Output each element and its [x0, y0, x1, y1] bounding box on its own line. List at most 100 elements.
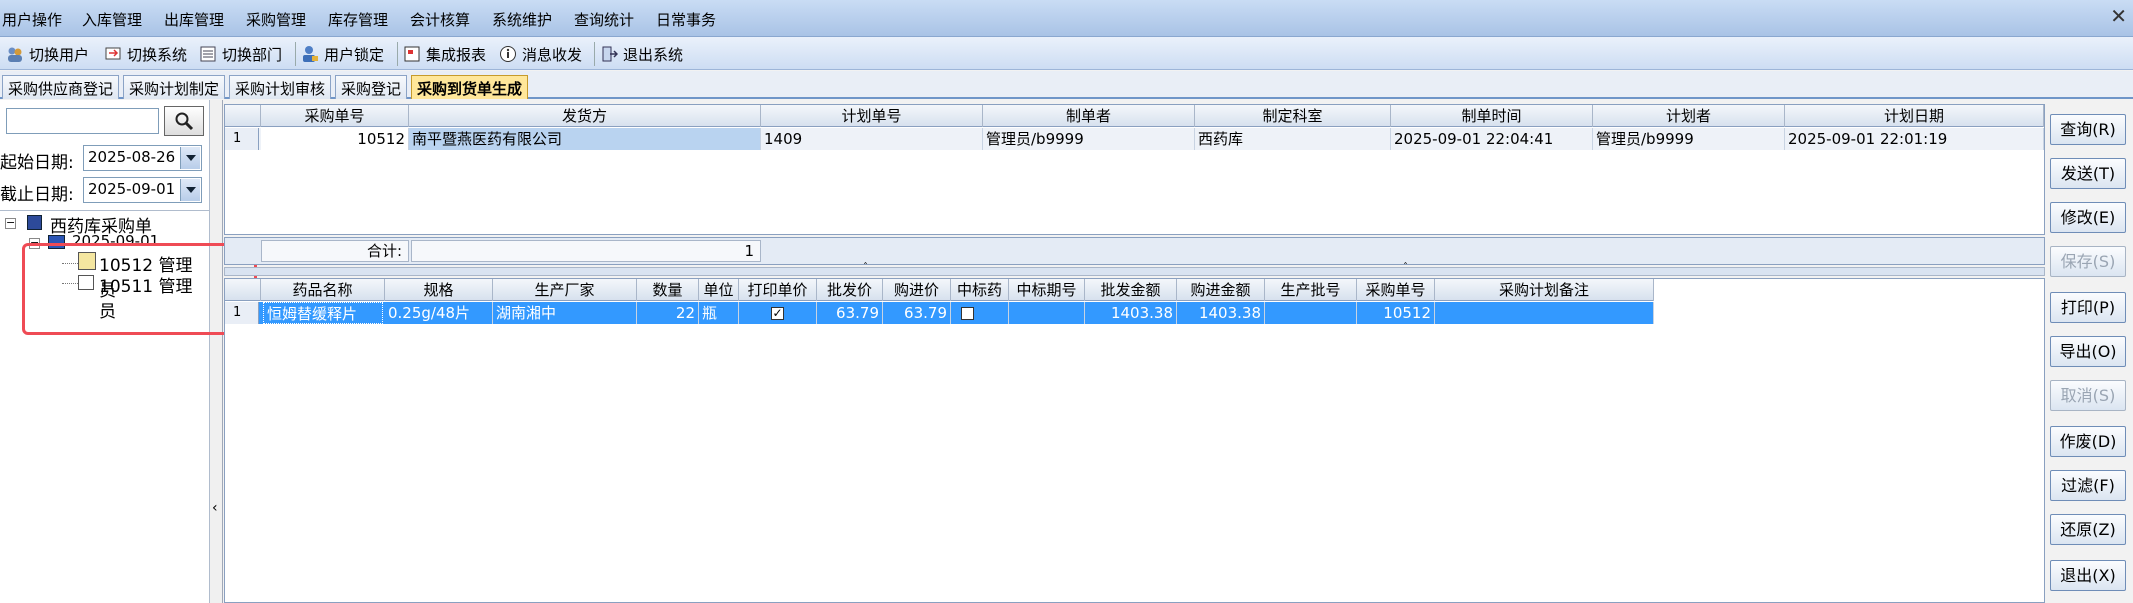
end-date-label: 截止日期:	[0, 185, 74, 205]
end-date-picker[interactable]: 2025-09-01	[83, 177, 202, 203]
col-maker[interactable]: 制单者	[983, 105, 1195, 127]
col-planner[interactable]: 计划者	[1593, 105, 1785, 127]
tab-supplier-register[interactable]: 采购供应商登记	[2, 75, 120, 99]
menu-query[interactable]: 查询统计	[574, 9, 634, 30]
collapse-toggle-icon[interactable]: −	[5, 217, 16, 229]
cell-manufacturer[interactable]: 湖南湘中	[493, 302, 637, 324]
close-icon[interactable]: ✕	[2110, 4, 2127, 28]
col-purchase[interactable]: 购进价	[883, 279, 951, 301]
message-button[interactable]: 消息收发	[499, 43, 582, 65]
collapse-up-icon[interactable]: ˆ	[1403, 262, 1408, 273]
row-number: 1	[225, 302, 259, 324]
collapse-left-icon[interactable]: ‹	[212, 500, 218, 516]
col-drug-name[interactable]: 药品名称	[261, 279, 385, 301]
cell-drug-name[interactable]: 恒姆替缓释片	[263, 302, 383, 324]
query-button[interactable]: 查询(R)	[2050, 114, 2126, 145]
toolbar-divider	[594, 42, 595, 66]
col-dept[interactable]: 制定科室	[1195, 105, 1391, 127]
cell-bid[interactable]	[951, 302, 1009, 324]
switch-system-button[interactable]: 切换系统	[104, 43, 187, 65]
cell-order-no[interactable]: 10512	[1357, 302, 1435, 324]
dropdown-arrow-icon[interactable]	[180, 179, 200, 201]
cell-dept[interactable]: 西药库	[1195, 128, 1391, 150]
col-supplier[interactable]: 发货方	[409, 105, 761, 127]
void-button[interactable]: 作废(D)	[2050, 426, 2126, 457]
col-bid[interactable]: 中标药	[951, 279, 1009, 301]
report-label: 集成报表	[426, 45, 487, 64]
exit-button[interactable]: 退出(X)	[2050, 560, 2126, 591]
col-make-time[interactable]: 制单时间	[1391, 105, 1593, 127]
menu-inbound[interactable]: 入库管理	[82, 9, 142, 30]
start-date-picker[interactable]: 2025-08-26	[83, 145, 202, 171]
col-manufacturer[interactable]: 生产厂家	[493, 279, 637, 301]
divider	[0, 210, 210, 211]
col-batch[interactable]: 生产批号	[1265, 279, 1357, 301]
save-button[interactable]: 保存(S)	[2050, 246, 2126, 277]
cell-qty[interactable]: 22	[637, 302, 699, 324]
cell-order-no[interactable]: 10512	[261, 128, 409, 150]
cell-bid-period[interactable]	[1009, 302, 1085, 324]
dropdown-arrow-icon[interactable]	[180, 147, 200, 169]
edit-button[interactable]: 修改(E)	[2050, 202, 2126, 233]
col-qty[interactable]: 数量	[637, 279, 699, 301]
filter-button[interactable]: 过滤(F)	[2050, 470, 2126, 501]
cell-batch[interactable]	[1265, 302, 1357, 324]
col-plan-no[interactable]: 计划单号	[761, 105, 983, 127]
cell-maker[interactable]: 管理员/b9999	[983, 128, 1195, 150]
col-remark[interactable]: 采购计划备注	[1435, 279, 1654, 301]
cell-supplier[interactable]: 南平暨燕医药有限公司	[409, 128, 761, 150]
switch-dept-button[interactable]: 切换部门	[199, 43, 282, 65]
panel-splitter[interactable]: ‹	[210, 100, 223, 603]
cell-wholesale[interactable]: 63.79	[817, 302, 883, 324]
col-bid-period[interactable]: 中标期号	[1009, 279, 1085, 301]
restore-button[interactable]: 还原(Z)	[2050, 514, 2126, 545]
cell-wholesale-amt[interactable]: 1403.38	[1085, 302, 1177, 324]
print-price-checkbox-checked[interactable]: ✓	[771, 307, 784, 320]
export-button[interactable]: 导出(O)	[2050, 336, 2126, 367]
menu-accounting[interactable]: 会计核算	[410, 9, 470, 30]
collapse-up-icon[interactable]: ˆ	[863, 262, 868, 273]
col-plan-date[interactable]: 计划日期	[1785, 105, 2044, 127]
cell-unit[interactable]: 瓶	[699, 302, 739, 324]
table-row[interactable]: 1 恒姆替缓释片 0.25g/48片 湖南湘中 22 瓶 ✓ 63.79 63.…	[225, 302, 1654, 324]
table-row[interactable]: 1 10512 南平暨燕医药有限公司 1409 管理员/b9999 西药库 20…	[225, 128, 2044, 150]
tab-purchase-register[interactable]: 采购登记	[335, 75, 408, 99]
col-order-no[interactable]: 采购单号	[261, 105, 409, 127]
tab-plan-review[interactable]: 采购计划审核	[229, 75, 332, 99]
col-purchase-amt[interactable]: 购进金额	[1177, 279, 1265, 301]
menu-daily[interactable]: 日常事务	[656, 9, 716, 30]
switch-user-button[interactable]: 切换用户	[6, 43, 89, 65]
print-button[interactable]: 打印(P)	[2050, 292, 2126, 323]
tab-arrival-generate[interactable]: 采购到货单生成	[411, 75, 529, 99]
col-wholesale-amt[interactable]: 批发金额	[1085, 279, 1177, 301]
cell-purchase-amt[interactable]: 1403.38	[1177, 302, 1265, 324]
exit-system-button[interactable]: 退出系统	[600, 43, 683, 65]
cell-purchase[interactable]: 63.79	[883, 302, 951, 324]
cell-spec[interactable]: 0.25g/48片	[385, 302, 493, 324]
cell-plan-no[interactable]: 1409	[761, 128, 983, 150]
bid-checkbox-unchecked[interactable]	[961, 307, 974, 320]
report-button[interactable]: 集成报表	[403, 43, 486, 65]
cell-plan-date[interactable]: 2025-09-01 22:01:19	[1785, 128, 2044, 150]
user-lock-button[interactable]: 用户锁定	[301, 43, 384, 65]
cell-print-price[interactable]: ✓	[739, 302, 817, 324]
menu-purchase[interactable]: 采购管理	[246, 9, 306, 30]
cancel-button[interactable]: 取消(S)	[2050, 380, 2126, 411]
menu-outbound[interactable]: 出库管理	[164, 9, 224, 30]
cell-remark[interactable]	[1435, 302, 1654, 324]
send-button[interactable]: 发送(T)	[2050, 158, 2126, 189]
cell-planner[interactable]: 管理员/b9999	[1593, 128, 1785, 150]
col-print-price[interactable]: 打印单价	[739, 279, 817, 301]
cell-make-time[interactable]: 2025-09-01 22:04:41	[1391, 128, 1593, 150]
search-input[interactable]	[6, 108, 159, 134]
menu-inventory[interactable]: 库存管理	[328, 9, 388, 30]
vertical-splitter[interactable]: ˆ ˆ	[224, 262, 2045, 276]
col-order-no[interactable]: 采购单号	[1357, 279, 1435, 301]
menu-system[interactable]: 系统维护	[492, 9, 552, 30]
col-wholesale[interactable]: 批发价	[817, 279, 883, 301]
col-unit[interactable]: 单位	[699, 279, 739, 301]
tab-plan-create[interactable]: 采购计划制定	[123, 75, 226, 99]
search-button[interactable]	[164, 106, 204, 136]
menu-user-ops[interactable]: 用户操作	[2, 9, 62, 30]
col-spec[interactable]: 规格	[385, 279, 493, 301]
